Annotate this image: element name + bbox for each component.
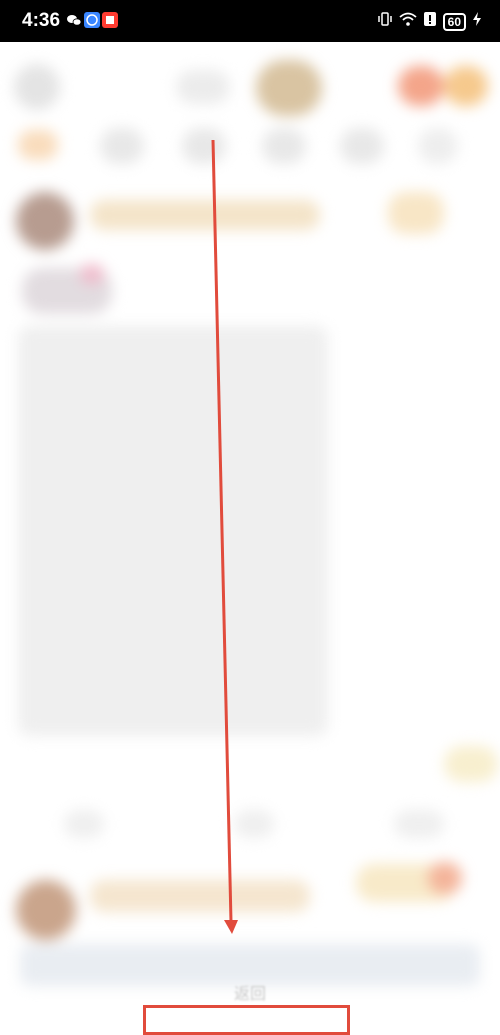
post2-avatar — [16, 880, 76, 940]
post2-username — [90, 880, 310, 912]
alert-icon — [423, 11, 437, 32]
status-bar: 4:36 60 — [0, 0, 500, 42]
post-side-badge — [444, 746, 498, 782]
status-time: 4:36 — [22, 10, 61, 31]
tab-icon-2 — [100, 128, 144, 164]
header-image — [256, 60, 322, 116]
header-badge-1 — [398, 66, 444, 106]
post-follow-button — [388, 192, 444, 234]
tab-icon-5 — [340, 128, 384, 164]
blurred-feed — [0, 42, 500, 1020]
header-pill — [176, 70, 230, 104]
post-action-3 — [394, 810, 444, 838]
charging-icon — [472, 11, 482, 32]
post-username — [90, 200, 320, 230]
highlight-box — [143, 1005, 350, 1035]
post-image — [18, 326, 328, 736]
header-badge-2 — [444, 66, 488, 106]
post2-badge-red — [428, 862, 462, 894]
wifi-icon — [399, 11, 417, 32]
tab-icon-1 — [18, 130, 58, 160]
system-icons: 60 — [377, 11, 482, 32]
post-tag — [80, 264, 104, 284]
bottom-bar-label: 返回 — [233, 986, 266, 1003]
app-notification-icon — [102, 12, 118, 28]
tab-icon-3 — [182, 128, 226, 164]
header-avatar — [14, 64, 60, 110]
browser-icon — [84, 12, 100, 28]
post-action-2 — [234, 810, 274, 838]
tab-icon-4 — [262, 128, 306, 164]
vibrate-icon — [377, 11, 393, 32]
battery-icon: 60 — [442, 12, 466, 31]
tab-icon-6 — [418, 128, 458, 164]
post-avatar — [16, 192, 74, 250]
wechat-icon — [66, 12, 82, 28]
post-action-1 — [64, 810, 104, 838]
